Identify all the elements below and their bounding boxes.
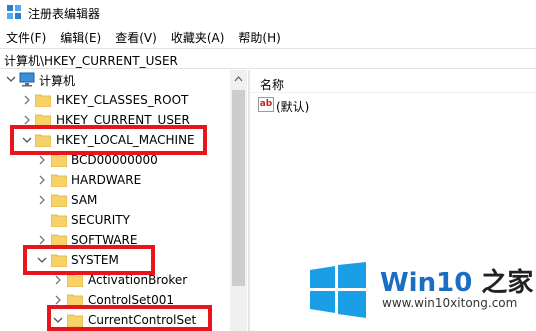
- highlight-box-currentcontrolset: [47, 305, 212, 331]
- tree-node-label: 计算机: [39, 74, 76, 88]
- header-divider: [250, 92, 536, 93]
- menu-bar: 文件(F) 编辑(E) 查看(V) 收藏夹(A) 帮助(H): [0, 26, 536, 48]
- chevron-right-icon[interactable]: [36, 173, 48, 187]
- string-value-icon: ab: [258, 97, 274, 112]
- title-bar: 注册表编辑器: [0, 0, 536, 26]
- menu-favorites[interactable]: 收藏夹(A): [171, 29, 225, 46]
- menu-view[interactable]: 查看(V): [115, 29, 157, 46]
- chevron-right-icon[interactable]: [52, 273, 64, 287]
- column-header-name[interactable]: 名称: [260, 76, 284, 93]
- tree-node-label: BCD00000000: [71, 153, 158, 167]
- watermark: Win10 之家 www.win10xitong.com: [300, 256, 536, 331]
- chevron-down-icon[interactable]: [5, 72, 17, 86]
- regedit-icon: [7, 5, 21, 19]
- chevron-right-icon[interactable]: [36, 193, 48, 207]
- brand-url: www.win10xitong.com: [382, 296, 518, 310]
- scroll-up-icon[interactable]: [230, 70, 247, 87]
- chevron-right-icon[interactable]: [36, 153, 48, 167]
- tree-node-security[interactable]: SECURITY: [0, 211, 230, 231]
- tree-node-hkcr[interactable]: HKEY_CLASSES_ROOT: [0, 91, 230, 111]
- windows-logo-icon: [310, 262, 366, 318]
- folder-icon: [35, 93, 51, 107]
- folder-icon: [67, 273, 83, 287]
- window-title: 注册表编辑器: [28, 7, 101, 21]
- tree-node-label: ActivationBroker: [88, 273, 188, 287]
- chevron-right-icon[interactable]: [21, 93, 33, 107]
- menu-file[interactable]: 文件(F): [6, 29, 46, 46]
- menu-edit[interactable]: 编辑(E): [60, 29, 101, 46]
- tree-node-label: HARDWARE: [71, 173, 142, 187]
- brand-name: Win10 之家: [380, 268, 534, 298]
- folder-icon: [51, 173, 67, 187]
- folder-icon: [51, 213, 67, 227]
- scroll-thumb[interactable]: [232, 90, 245, 286]
- tree-scrollbar[interactable]: [230, 70, 247, 331]
- menu-help[interactable]: 帮助(H): [238, 29, 280, 46]
- folder-icon: [51, 193, 67, 207]
- tree-node-label: SECURITY: [71, 213, 130, 227]
- tree-node-sam[interactable]: SAM: [0, 191, 230, 211]
- highlight-box-system: [23, 245, 155, 275]
- computer-icon: [19, 72, 35, 87]
- highlight-box-hklm: [10, 125, 207, 155]
- tree-node-label: SAM: [71, 193, 98, 207]
- folder-icon: [51, 153, 67, 167]
- value-name: (默认): [276, 100, 310, 114]
- address-bar[interactable]: 计算机\HKEY_CURRENT_USER: [0, 48, 536, 69]
- tree-node-label: HKEY_CLASSES_ROOT: [56, 93, 189, 107]
- address-path[interactable]: 计算机\HKEY_CURRENT_USER: [4, 52, 178, 69]
- tree-pane: 计算机 HKEY_CLASSES_ROOT HKEY_CURRENT_USER …: [0, 70, 248, 331]
- tree-node-hardware[interactable]: HARDWARE: [0, 171, 230, 191]
- tree-node-computer[interactable]: 计算机: [0, 70, 230, 90]
